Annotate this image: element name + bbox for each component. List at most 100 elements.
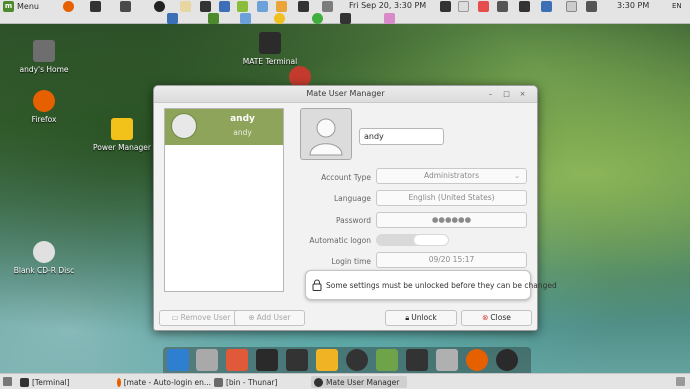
menu-button[interactable]: m Menu — [0, 0, 42, 13]
top-panel: m Menu Fri Sep 20, 3:30 PM 3:30 PM EN — [0, 0, 690, 24]
text-editor-launcher-icon[interactable] — [180, 1, 191, 12]
terminal-launcher-icon[interactable] — [200, 1, 211, 12]
mint-launcher-icon[interactable] — [208, 13, 219, 24]
keyboard-layout-indicator[interactable]: EN — [672, 2, 682, 10]
user-list[interactable]: andy andy — [164, 108, 284, 292]
user-name-field[interactable]: andy — [359, 128, 444, 145]
automatic-logon-toggle[interactable] — [376, 234, 449, 246]
tray-updates-icon[interactable] — [566, 1, 577, 12]
github-launcher-icon[interactable] — [154, 1, 165, 12]
firefox-launcher-icon[interactable] — [63, 1, 74, 12]
tray-window-icon[interactable] — [458, 1, 469, 12]
dock-toggles-icon[interactable] — [226, 349, 248, 371]
taskbar-item-firefox[interactable]: [mate - Auto-login en... — [117, 376, 211, 388]
dock-app-icon[interactable] — [496, 349, 518, 371]
taskbar-item-terminal[interactable]: [Terminal] — [20, 376, 116, 388]
menu-label: Menu — [17, 2, 39, 11]
tray-clock[interactable]: 3:30 PM — [617, 1, 649, 10]
remove-user-button[interactable]: ▭ Remove User — [159, 310, 243, 326]
dock-network-icon[interactable] — [436, 349, 458, 371]
desktop-icon-label: MATE Terminal — [242, 57, 298, 66]
dock-clock-icon[interactable] — [346, 349, 368, 371]
desktop-icon-cdr[interactable]: Blank CD-R Disc — [12, 241, 76, 275]
toggle-knob — [414, 235, 448, 245]
user-avatar-icon — [171, 113, 197, 139]
dock-trash-icon[interactable] — [376, 349, 398, 371]
task-label: Mate User Manager — [326, 377, 400, 387]
mail-launcher-icon[interactable] — [257, 1, 268, 12]
terminal2-launcher-icon[interactable] — [340, 13, 351, 24]
document-launcher-icon[interactable] — [219, 1, 230, 12]
vlc-launcher-icon[interactable] — [276, 1, 287, 12]
desktop-icon-power-manager[interactable]: Power Manager — [90, 118, 154, 152]
settings-launcher-icon[interactable] — [322, 1, 333, 12]
dock-monitor-icon[interactable] — [256, 349, 278, 371]
dock-firefox-icon[interactable] — [466, 349, 488, 371]
language-button[interactable]: English (United States) — [376, 190, 527, 206]
tray-gear-icon[interactable] — [497, 1, 508, 12]
chevron-down-icon: ⌄ — [514, 172, 520, 180]
task-label: [Terminal] — [32, 377, 70, 387]
tray-heart-icon[interactable] — [478, 1, 489, 12]
notice-message: Some settings must be unlocked before th… — [326, 281, 557, 290]
tray-volume-icon[interactable] — [586, 1, 597, 12]
mint-logo-icon: m — [3, 1, 14, 12]
unlock-button[interactable]: 🔒︎ Unlock — [385, 310, 457, 326]
disc-icon — [33, 241, 55, 263]
bag-launcher-icon[interactable] — [384, 13, 395, 24]
terminal-task-icon — [20, 377, 29, 387]
unlock-notice: Some settings must be unlocked before th… — [305, 270, 557, 300]
delete-icon: ▭ — [171, 313, 179, 322]
tool-launcher-icon[interactable] — [237, 1, 248, 12]
password-label: Password — [335, 216, 371, 225]
login-time-value: 09/20 15:17 — [376, 252, 527, 268]
automatic-logon-label: Automatic logon — [309, 236, 371, 245]
dock-settings-icon[interactable] — [196, 349, 218, 371]
lock-small-icon: 🔒︎ — [405, 313, 410, 322]
tray-media-icon[interactable] — [519, 1, 530, 12]
desktop-icon-home[interactable]: andy's Home — [12, 40, 76, 74]
dock-terminal2-icon[interactable] — [406, 349, 428, 371]
panel-clock[interactable]: Fri Sep 20, 3:30 PM — [349, 1, 426, 10]
add-icon: ⊕ — [248, 313, 255, 322]
maximize-icon[interactable]: □ — [501, 89, 512, 100]
image-launcher-icon[interactable] — [240, 13, 251, 24]
add-user-button[interactable]: ⊕ Add User — [234, 310, 305, 326]
user-list-item[interactable]: andy andy — [165, 109, 283, 145]
show-desktop-icon[interactable] — [3, 377, 12, 386]
user-manager-window: Mate User Manager – □ × andy andy andy A… — [153, 85, 557, 331]
files-launcher-icon[interactable] — [120, 1, 131, 12]
dock-files-icon[interactable] — [167, 349, 189, 371]
password-button[interactable]: ●●●●●● — [376, 212, 527, 228]
account-type-select[interactable]: Administrators ⌄ — [376, 168, 527, 184]
firefox-icon — [33, 90, 55, 112]
app-launcher-icon[interactable] — [90, 1, 101, 12]
system-monitor-launcher-icon[interactable] — [298, 1, 309, 12]
close-button[interactable]: ⊗ Close — [461, 310, 532, 326]
close-icon: ⊗ — [482, 313, 489, 322]
tray-app-icon[interactable] — [440, 1, 451, 12]
desktop-icon-label: Firefox — [31, 115, 57, 124]
remove-user-label: Remove User — [180, 313, 231, 322]
window-title: Mate User Manager — [306, 89, 385, 98]
chat-launcher-icon[interactable] — [312, 13, 323, 24]
dock-calculator-icon[interactable] — [316, 349, 338, 371]
taskbar-item-thunar[interactable]: [bin - Thunar] — [214, 376, 308, 388]
workspace-switcher-icon[interactable] — [676, 377, 685, 386]
emoji-launcher-icon[interactable] — [274, 13, 285, 24]
user-avatar-button[interactable] — [300, 108, 352, 160]
language-label: Language — [333, 194, 371, 203]
task-label: [bin - Thunar] — [226, 377, 278, 387]
desktop-icon-firefox[interactable]: Firefox — [12, 90, 76, 124]
window-titlebar[interactable]: Mate User Manager – □ × — [154, 86, 537, 103]
taskbar-item-user-manager[interactable]: Mate User Manager — [311, 376, 407, 388]
user-name: andy — [230, 114, 255, 124]
tray-network-icon[interactable] — [541, 1, 552, 12]
desktop-icon-terminal[interactable]: MATE Terminal — [238, 32, 302, 66]
doc-launcher-icon[interactable] — [167, 13, 178, 24]
minimize-icon[interactable]: – — [485, 89, 496, 100]
unlock-label: Unlock — [411, 313, 437, 322]
dock-terminal-icon[interactable] — [286, 349, 308, 371]
add-user-label: Add User — [256, 313, 291, 322]
close-window-icon[interactable]: × — [517, 89, 528, 100]
